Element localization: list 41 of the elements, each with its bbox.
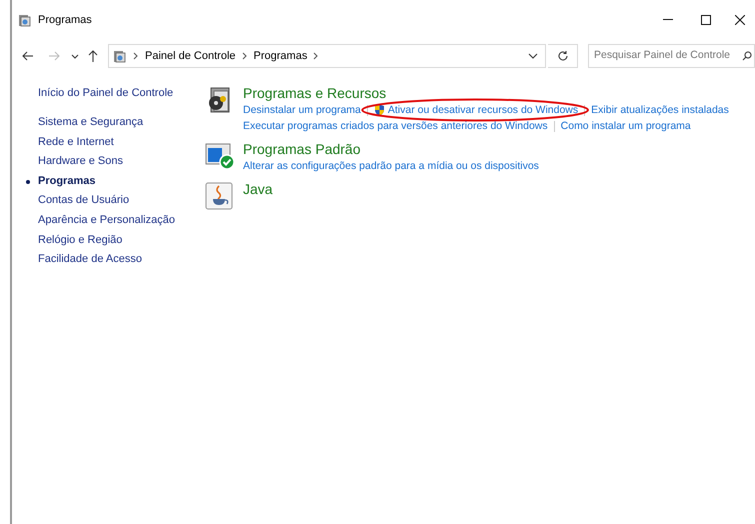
- chevron-right-icon: [133, 52, 139, 60]
- search-field[interactable]: Pesquisar Painel de Controle: [588, 44, 755, 68]
- task-link[interactable]: Exibir atualizações instaladas: [591, 102, 729, 118]
- bullet-icon: [26, 180, 30, 184]
- task-link[interactable]: Como instalar um programa: [560, 118, 691, 134]
- task-link[interactable]: Executar programas criados para versões anteriores do Windows: [243, 118, 548, 134]
- address-bar[interactable]: Painel de Controle Programas: [108, 44, 546, 68]
- maximize-icon: [701, 15, 711, 25]
- forward-arrow-icon: [48, 51, 60, 61]
- section-title-link[interactable]: Java: [243, 180, 273, 198]
- breadcrumb-item[interactable]: Painel de Controle: [145, 48, 236, 64]
- chevron-down-icon: [71, 54, 79, 58]
- window-title: Programas: [38, 12, 92, 28]
- sidebar-item[interactable]: Facilidade de Acesso: [26, 250, 202, 270]
- sidebar-item[interactable]: Rede e Internet: [26, 132, 202, 152]
- task-link[interactable]: Desinstalar um programa: [243, 102, 361, 118]
- chevron-right-icon: [313, 52, 320, 60]
- control-panel-icon: [113, 49, 127, 63]
- sidebar-item[interactable]: Relógio e Região: [26, 230, 202, 250]
- chevron-right-icon: [242, 52, 248, 60]
- back-arrow-icon: [22, 51, 34, 61]
- coffee-cup-icon: [205, 182, 233, 210]
- sidebar-home-link[interactable]: Início do Painel de Controle: [26, 84, 202, 103]
- sidebar-item[interactable]: Contas de Usuário: [26, 191, 202, 211]
- control-panel-icon: [18, 13, 32, 27]
- default-programs-icon: [205, 142, 235, 170]
- breadcrumb-item[interactable]: Programas: [254, 48, 308, 64]
- task-link[interactable]: Alterar as configurações padrão para a mídia ou os dispositivos: [243, 158, 539, 174]
- section-title-link[interactable]: Programas Padrão: [243, 140, 539, 158]
- sidebar-item[interactable]: Sistema e Segurança: [26, 113, 202, 133]
- section-title-link[interactable]: Programas e Recursos: [243, 84, 729, 102]
- sidebar-item[interactable]: Aparência e Personalização: [26, 210, 202, 231]
- refresh-icon: [556, 50, 568, 62]
- sidebar-item[interactable]: Hardware e Sons: [26, 152, 202, 172]
- up-arrow-icon: [88, 50, 98, 62]
- search-icon: [742, 51, 752, 61]
- refresh-button[interactable]: [548, 44, 578, 68]
- close-icon: [735, 15, 745, 25]
- minimize-icon: [663, 19, 673, 21]
- sidebar-item[interactable]: Programas: [26, 172, 202, 192]
- chevron-down-icon: [528, 53, 538, 59]
